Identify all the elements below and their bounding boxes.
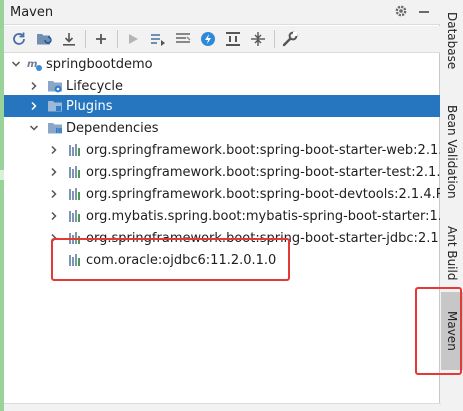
chevron-down-icon[interactable] [29,123,39,133]
collapse-all-icon[interactable] [247,28,269,50]
toolbar-separator [117,30,118,48]
maven-toolbar [4,26,440,53]
maven-tool-window: Maven m springbootdemo Lifecycle Plugins… [4,0,444,411]
highlight-box [415,287,462,375]
tree-node-dependencies[interactable]: Dependencies [4,117,440,139]
dependency-label: org.springframework.boot:spring-boot-sta… [86,164,440,180]
tool-window-title: Maven [10,4,54,20]
download-icon[interactable] [58,28,80,50]
maven-module-icon: m [27,56,43,72]
tab-database[interactable]: Database [441,0,463,82]
dependency-label: org.springframework.boot:spring-boot-sta… [86,142,440,158]
dependency-item[interactable]: org.springframework.boot:spring-boot-sta… [4,139,440,161]
library-icon [67,164,83,180]
dependency-item[interactable]: org.springframework.boot:spring-boot-dev… [4,183,440,205]
wrench-icon[interactable] [279,28,301,50]
highlight-box [51,238,290,281]
skip-tests-icon[interactable] [197,28,219,50]
tab-bean-validation[interactable]: Bean Validation [441,90,463,214]
hide-icon[interactable] [418,5,430,20]
chevron-right-icon[interactable] [29,81,39,91]
folder-plugin-icon [47,98,63,114]
tree-node-label: springbootdemo [46,56,153,72]
show-dependencies-icon[interactable] [222,28,244,50]
svg-text:m: m [27,59,37,70]
tree-node-label: Dependencies [66,120,159,136]
generate-sources-icon[interactable] [33,28,55,50]
chevron-down-icon[interactable] [11,59,21,69]
chevron-right-icon[interactable] [49,145,59,155]
gear-icon[interactable] [394,4,408,21]
tab-label: Bean Validation [445,105,459,199]
tab-label: Database [445,12,459,70]
tree-node-label: Lifecycle [66,78,124,94]
toggle-offline-icon[interactable] [172,28,194,50]
folder-library-icon [47,120,63,136]
tab-label: Ant Build [445,225,459,281]
chevron-right-icon[interactable] [49,211,59,221]
tree-node-root[interactable]: m springbootdemo [4,53,440,75]
tool-window-header: Maven [4,0,440,25]
execute-goal-icon[interactable] [147,28,169,50]
tree-node-plugins[interactable]: Plugins [4,95,440,117]
dependency-label: org.mybatis.spring.boot:mybatis-spring-b… [86,208,440,224]
dependency-item[interactable]: org.springframework.boot:spring-boot-sta… [4,161,440,183]
add-icon[interactable] [90,28,112,50]
tree-node-label: Plugins [66,98,113,114]
dependency-label: org.springframework.boot:spring-boot-dev… [86,186,440,202]
chevron-right-icon[interactable] [29,101,39,111]
toolbar-separator [274,30,275,48]
chevron-right-icon[interactable] [49,189,59,199]
library-icon [67,186,83,202]
tree-node-lifecycle[interactable]: Lifecycle [4,75,440,97]
library-icon [67,142,83,158]
toolbar-separator [85,30,86,48]
reimport-icon[interactable] [8,28,30,50]
dependency-item[interactable]: org.mybatis.spring.boot:mybatis-spring-b… [4,205,440,227]
chevron-right-icon[interactable] [49,167,59,177]
folder-gear-icon [47,78,63,94]
library-icon [67,208,83,224]
tab-ant-build[interactable]: Ant Build [441,218,463,288]
run-icon[interactable] [122,28,144,50]
horizontal-scrollbar[interactable] [4,403,444,411]
